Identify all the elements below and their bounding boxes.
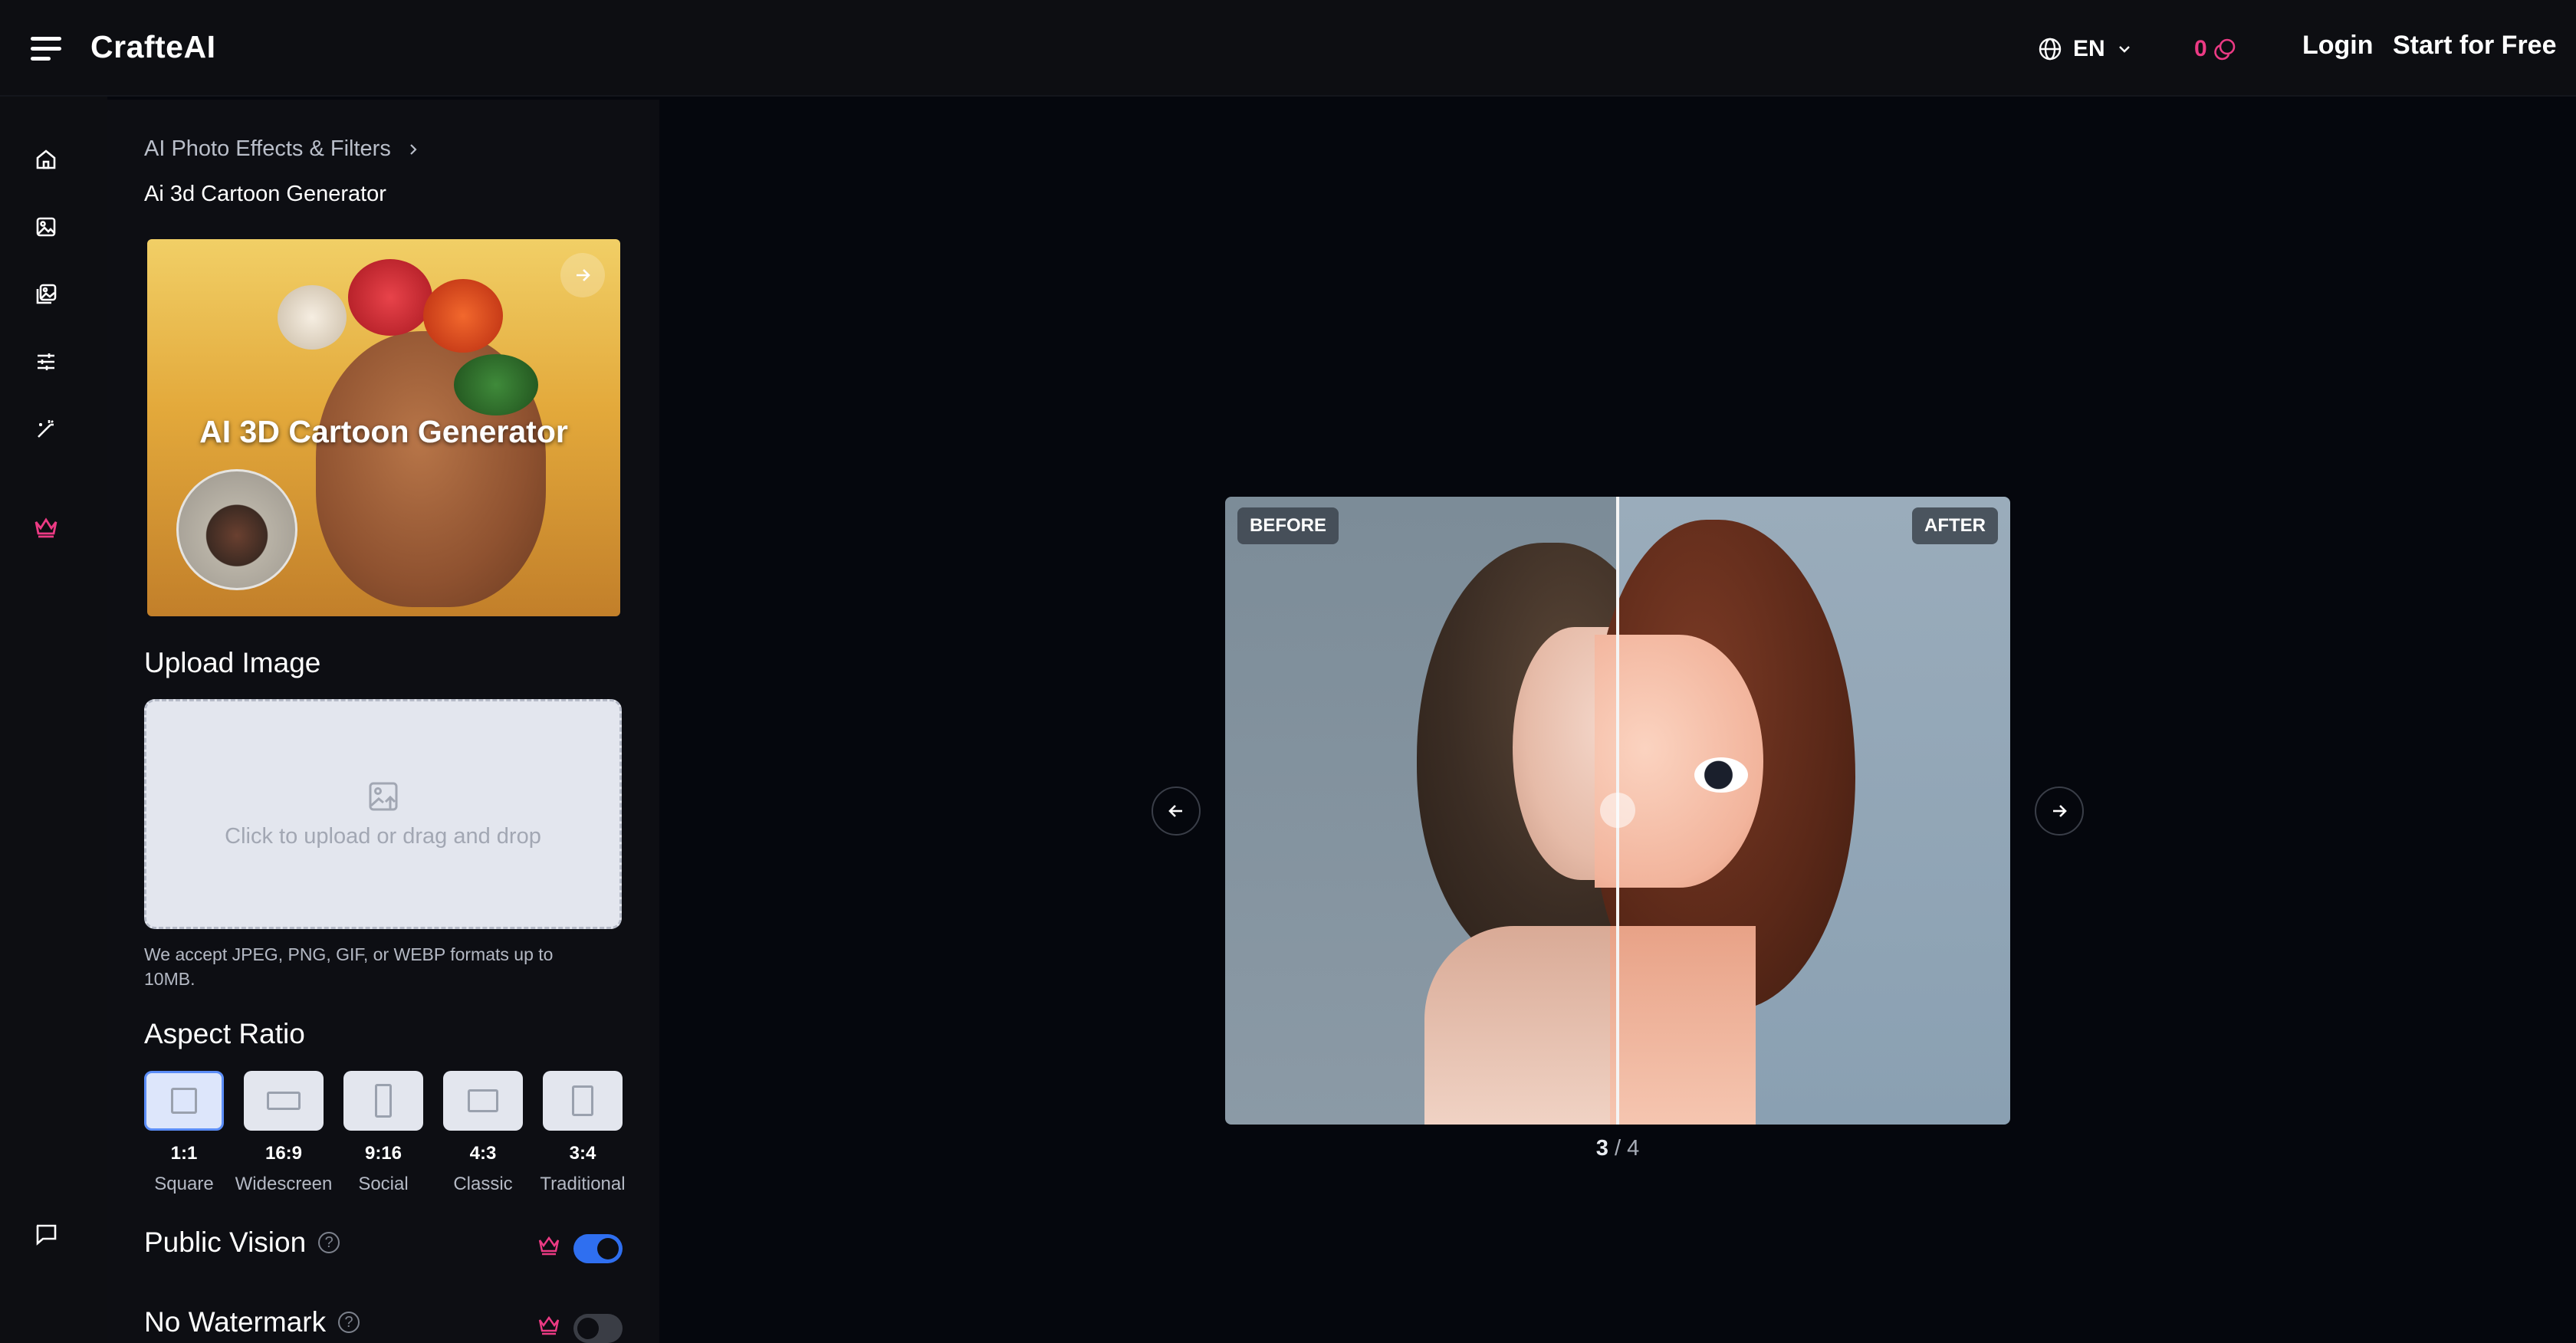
language-label: EN	[2073, 36, 2105, 61]
traditional-shape-icon	[572, 1085, 593, 1116]
breadcrumb[interactable]: AI Photo Effects & Filters	[144, 136, 420, 162]
compare-slider-handle[interactable]	[1600, 793, 1635, 828]
aspect-ratio-social[interactable]: 9:16 Social	[343, 1071, 423, 1195]
aspect-ratio-square[interactable]: 1:1 Square	[144, 1071, 224, 1195]
magic-wand-icon[interactable]	[29, 412, 63, 446]
after-image	[1595, 497, 2010, 1125]
image-upload-icon	[369, 782, 397, 810]
hero-flower	[348, 259, 432, 336]
hero-open-button[interactable]	[560, 253, 605, 297]
chat-icon[interactable]	[29, 1217, 63, 1251]
public-vision-toggle[interactable]	[573, 1234, 623, 1263]
start-for-free-link[interactable]: Start for Free	[2393, 31, 2557, 61]
cartoon-eye	[1694, 757, 1748, 793]
no-watermark-option: No Watermark ?	[144, 1306, 360, 1338]
hero-leaves	[454, 354, 538, 415]
credits-count: 0	[2194, 36, 2207, 61]
credits-coin-icon	[2213, 38, 2235, 61]
hero-original-thumbnail	[176, 469, 297, 590]
public-vision-option: Public Vision ?	[144, 1226, 340, 1259]
upload-format-note: We accept JPEG, PNG, GIF, or WEBP format…	[144, 944, 554, 989]
example-pager: 3 / 4	[1533, 1136, 1702, 1161]
upload-heading: Upload Image	[144, 647, 321, 678]
no-watermark-toggle[interactable]	[573, 1314, 623, 1343]
home-icon[interactable]	[29, 143, 63, 176]
before-badge: BEFORE	[1237, 507, 1339, 544]
chevron-down-icon	[2118, 46, 2130, 53]
photo-neck	[1424, 926, 1624, 1125]
crown-icon[interactable]	[29, 511, 63, 544]
ratio-value: 1:1	[170, 1143, 198, 1164]
aspect-ratio-classic[interactable]: 4:3 Classic	[443, 1071, 523, 1195]
next-example-button[interactable]	[2035, 786, 2084, 836]
upload-dropzone[interactable]: Click to upload or drag and drop	[144, 699, 622, 929]
portrait-shape-icon	[375, 1084, 392, 1118]
top-bar: CrafteAI EN 0 Login Start for Free	[0, 0, 2576, 97]
arrow-right-icon	[577, 269, 590, 281]
hero-flower	[423, 279, 503, 353]
previous-example-button[interactable]	[1152, 786, 1201, 836]
language-selector[interactable]: EN	[2038, 32, 2133, 66]
pager-current: 3	[1595, 1136, 1608, 1161]
tool-hero-card[interactable]: AI 3D Cartoon Generator	[147, 239, 620, 616]
breadcrumb-category[interactable]: AI Photo Effects & Filters	[144, 136, 391, 162]
credits-counter[interactable]: 0	[2194, 32, 2238, 66]
upload-prompt: Click to upload or drag and drop	[225, 823, 541, 849]
toggle-knob	[577, 1318, 599, 1339]
page-title: Ai 3d Cartoon Generator	[144, 182, 386, 206]
no-watermark-label: No Watermark	[144, 1306, 327, 1338]
aspect-ratio-widescreen[interactable]: 16:9 Widescreen	[235, 1071, 332, 1195]
ratio-value: 9:16	[364, 1143, 402, 1164]
aspect-ratio-traditional[interactable]: 3:4 Traditional	[540, 1071, 626, 1195]
image-icon[interactable]	[29, 210, 63, 244]
widescreen-shape-icon	[267, 1092, 301, 1110]
premium-crown-icon	[538, 1236, 560, 1256]
arrow-left-icon	[1168, 805, 1182, 817]
ratio-value: 4:3	[469, 1143, 497, 1164]
before-after-compare[interactable]: BEFORE AFTER	[1225, 497, 2010, 1125]
before-image	[1225, 497, 1670, 1125]
premium-crown-icon	[538, 1315, 560, 1335]
brand-logo[interactable]: CrafteAI	[90, 29, 215, 65]
toggle-knob	[597, 1238, 619, 1259]
square-shape-icon	[171, 1088, 197, 1114]
hero-title: AI 3D Cartoon Generator	[199, 414, 568, 449]
ratio-label: Traditional	[540, 1174, 626, 1194]
public-vision-label: Public Vision	[144, 1226, 307, 1258]
classic-shape-icon	[468, 1089, 498, 1112]
pager-total: 4	[1627, 1136, 1640, 1161]
login-link[interactable]: Login	[2302, 31, 2374, 61]
sliders-icon[interactable]	[29, 345, 63, 379]
chevron-right-icon	[410, 143, 417, 155]
pager-separator: /	[1608, 1136, 1628, 1161]
help-icon[interactable]: ?	[338, 1312, 360, 1333]
hamburger-menu-icon[interactable]	[31, 34, 64, 63]
ratio-value: 16:9	[264, 1143, 303, 1164]
gallery-icon[interactable]	[29, 277, 63, 311]
cartoon-neck	[1610, 926, 1756, 1125]
tool-panel: AI Photo Effects & Filters Ai 3d Cartoon…	[107, 100, 659, 1343]
sidebar-rail	[0, 97, 107, 1343]
hero-flower	[278, 285, 347, 350]
arrow-right-icon	[2053, 805, 2067, 817]
globe-icon	[2039, 38, 2062, 61]
after-badge: AFTER	[1912, 507, 1998, 544]
ratio-value: 3:4	[569, 1143, 596, 1164]
aspect-ratio-heading: Aspect Ratio	[144, 1018, 305, 1049]
help-icon[interactable]: ?	[318, 1232, 340, 1253]
